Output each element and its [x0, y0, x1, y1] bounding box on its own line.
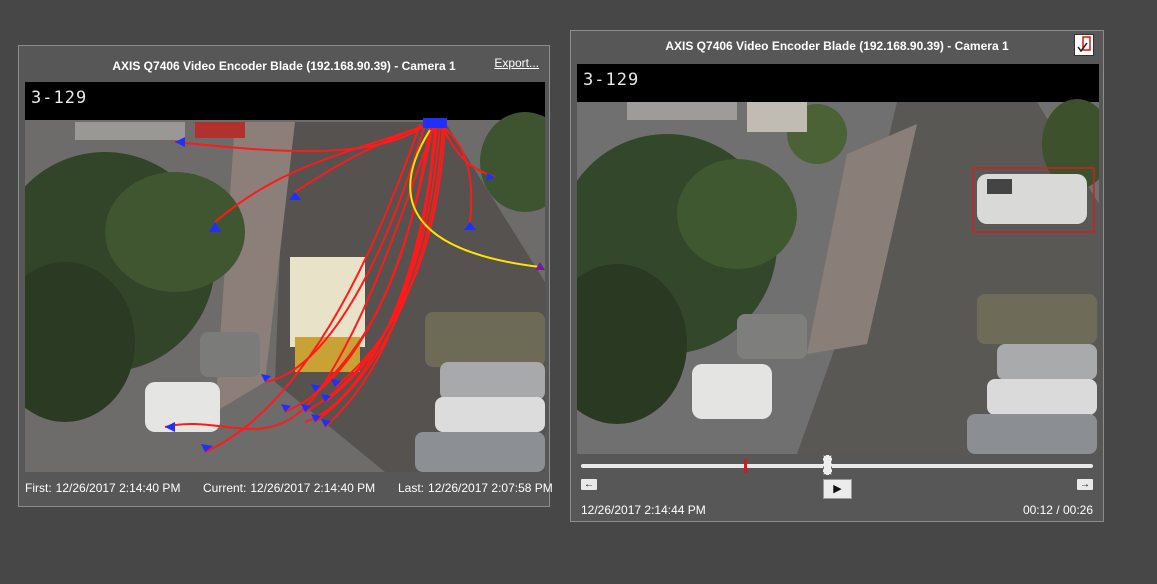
left-panel-title: AXIS Q7406 Video Encoder Blade (192.168.… — [112, 59, 456, 73]
first-timestamp: First: 12/26/2017 2:14:40 PM — [25, 481, 181, 495]
street-scene-image — [577, 64, 1099, 454]
export-clip-icon[interactable] — [1074, 34, 1094, 56]
playback-timeline[interactable] — [581, 455, 1093, 475]
trajectory-video-frame: 3-129 — [25, 82, 545, 472]
event-marker[interactable] — [743, 459, 747, 473]
play-icon[interactable]: ▶ — [823, 479, 852, 499]
camera-overlay-label: 3-129 — [31, 88, 88, 108]
right-panel-title: AXIS Q7406 Video Encoder Blade (192.168.… — [665, 39, 1009, 53]
step-back-icon[interactable]: ← — [581, 479, 597, 490]
export-link[interactable]: Export... — [494, 56, 539, 70]
camera-overlay-label: 3-129 — [583, 70, 640, 90]
current-timestamp: Current: 12/26/2017 2:14:40 PM — [203, 481, 376, 495]
playback-duration: 00:12 / 00:26 — [1022, 503, 1093, 517]
playback-timestamp: 12/26/2017 2:14:44 PM — [581, 503, 706, 517]
playback-video-frame[interactable]: 3-129 — [577, 64, 1099, 454]
street-scene-image — [25, 82, 545, 472]
last-timestamp: Last: 12/26/2017 2:07:58 PM — [398, 481, 553, 495]
playback-panel: AXIS Q7406 Video Encoder Blade (192.168.… — [570, 30, 1104, 522]
playhead-handle[interactable] — [822, 455, 832, 475]
step-forward-icon[interactable]: → — [1077, 479, 1093, 490]
trajectory-panel: AXIS Q7406 Video Encoder Blade (192.168.… — [18, 45, 553, 507]
